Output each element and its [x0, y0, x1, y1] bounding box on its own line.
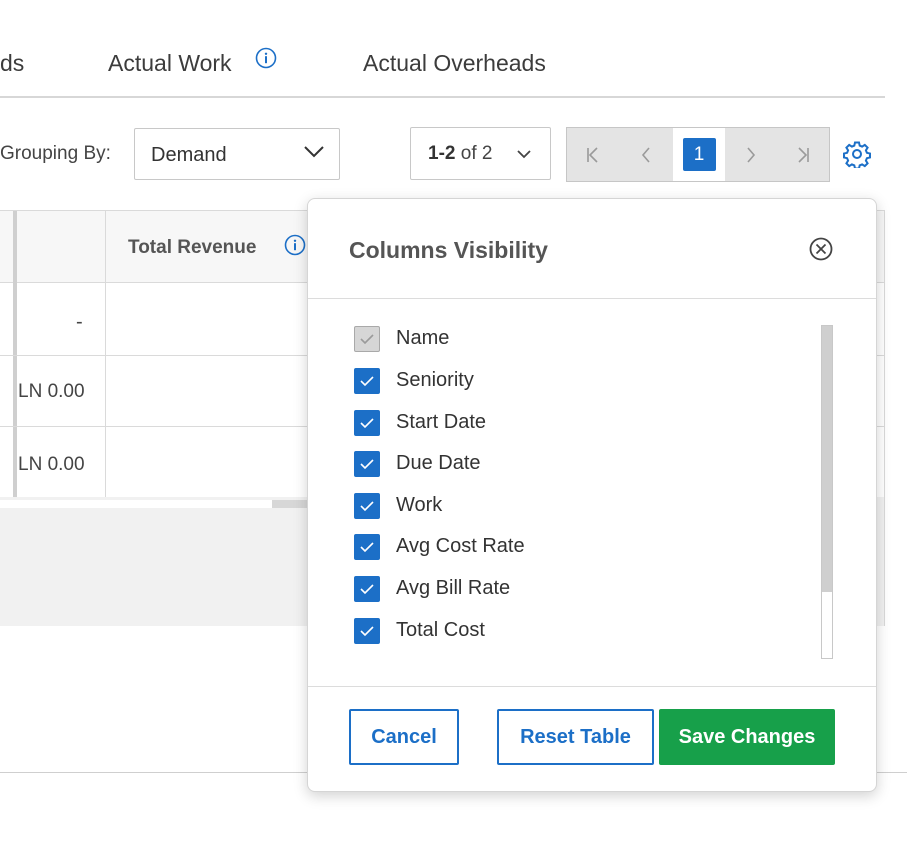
- column-option-label: Avg Bill Rate: [396, 577, 511, 599]
- checkbox[interactable]: [354, 451, 380, 477]
- column-divider: [105, 211, 106, 497]
- scrollbar-track: [0, 500, 273, 508]
- checkbox[interactable]: [354, 368, 380, 394]
- first-page-button[interactable]: [567, 128, 619, 181]
- prev-page-button[interactable]: [620, 128, 672, 181]
- tab-label: Actual Overheads: [363, 50, 546, 76]
- pagination: 1: [566, 127, 830, 182]
- group-row-value: -: [76, 311, 83, 333]
- column-option-label: Start Date: [396, 411, 487, 433]
- scrollbar-thumb[interactable]: [272, 500, 312, 508]
- page-range: 1-2 of 2: [428, 143, 493, 164]
- last-page-button[interactable]: [777, 128, 829, 181]
- chevron-left-icon: [641, 146, 650, 163]
- next-page-button[interactable]: [725, 128, 777, 181]
- gear-icon[interactable]: [843, 140, 871, 173]
- column-option-label: Due Date: [396, 452, 481, 474]
- dialog-title: Columns Visibility: [349, 237, 548, 263]
- column-header-total-revenue[interactable]: Total Revenue: [128, 237, 256, 259]
- column-option-label: Total Cost: [396, 619, 485, 641]
- tab-actual-overheads-partial[interactable]: ds: [0, 50, 24, 77]
- column-option-label: Name: [396, 327, 450, 349]
- grouping-select[interactable]: Demand: [134, 128, 340, 180]
- reset-table-button[interactable]: Reset Table: [497, 709, 654, 765]
- tab-label: ds: [0, 50, 25, 76]
- scrollbar-thumb[interactable]: [822, 326, 832, 592]
- first-page-icon: [587, 146, 598, 163]
- frozen-column-divider: [13, 211, 17, 497]
- current-page-button[interactable]: 1: [673, 128, 725, 181]
- chevron-right-icon: [747, 146, 756, 163]
- current-page: 1: [682, 138, 716, 171]
- chevron-down-icon: [303, 145, 325, 164]
- close-icon[interactable]: [808, 236, 834, 267]
- checkbox[interactable]: [354, 534, 380, 560]
- tabs-divider: [0, 96, 885, 98]
- checkbox-disabled[interactable]: [354, 326, 380, 352]
- cancel-button[interactable]: Cancel: [349, 709, 459, 765]
- info-icon[interactable]: [255, 47, 277, 74]
- table-row: LN 0.00: [18, 454, 85, 475]
- tab-actual-work[interactable]: Actual Work: [108, 50, 232, 77]
- save-changes-button[interactable]: Save Changes: [659, 709, 835, 765]
- checkbox[interactable]: [354, 410, 380, 436]
- column-option-label: Seniority: [396, 369, 474, 391]
- tab-label: Actual Work: [108, 50, 232, 76]
- dialog-header: Columns Visibility: [308, 199, 876, 299]
- columns-visibility-dialog: Columns Visibility Name Seniority Start …: [307, 198, 877, 792]
- checkbox[interactable]: [354, 576, 380, 602]
- options-scrollbar[interactable]: [821, 325, 833, 659]
- page-range-select[interactable]: 1-2 of 2: [410, 127, 551, 180]
- info-icon[interactable]: [284, 234, 306, 261]
- table-row: LN 0.00: [18, 381, 85, 402]
- checkbox[interactable]: [354, 618, 380, 644]
- grouping-value: Demand: [151, 144, 227, 166]
- column-option-label: Work: [396, 494, 443, 516]
- grouping-label: Grouping By:: [0, 143, 111, 164]
- column-option-label: Avg Cost Rate: [396, 535, 525, 557]
- chevron-down-icon: [516, 146, 532, 164]
- dialog-footer-divider: [308, 686, 876, 687]
- tab-actual-overheads[interactable]: Actual Overheads: [363, 50, 546, 77]
- last-page-icon: [798, 146, 809, 163]
- checkbox[interactable]: [354, 493, 380, 519]
